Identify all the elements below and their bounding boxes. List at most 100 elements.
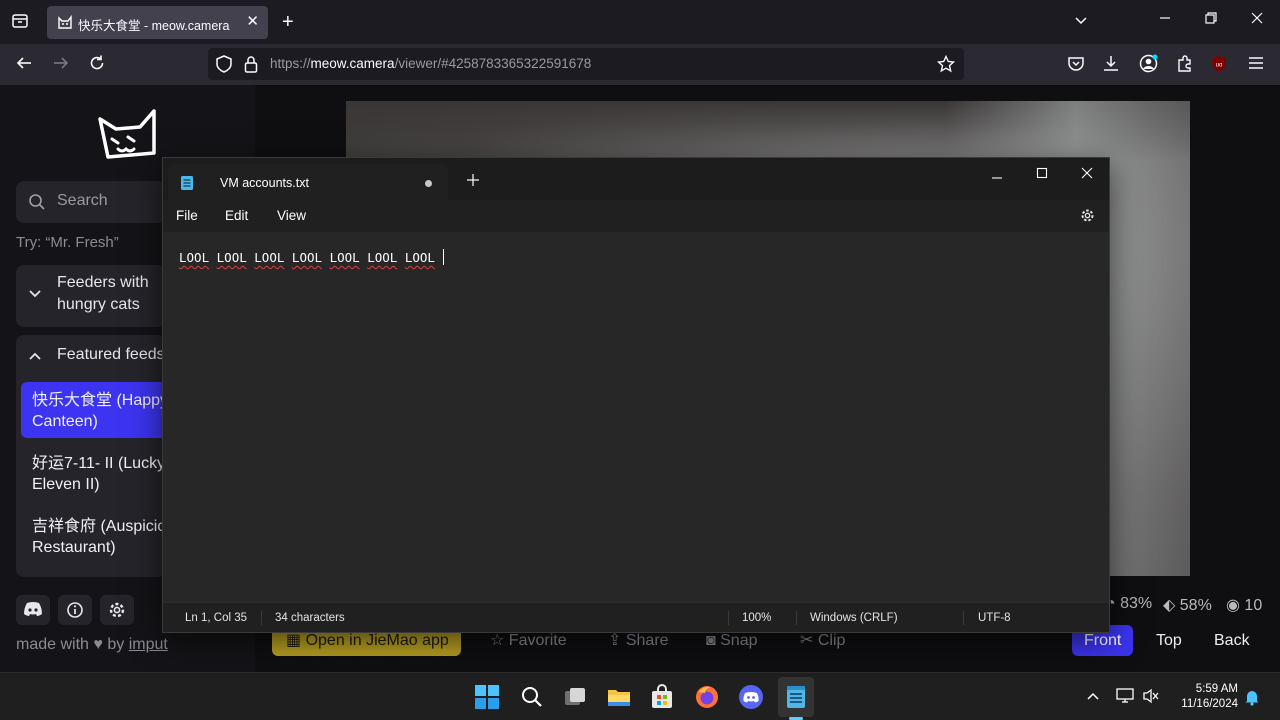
settings-button[interactable] <box>100 595 134 625</box>
chevron-down-icon[interactable] <box>1073 12 1089 28</box>
zoom-level: 100% <box>742 612 772 624</box>
info-button[interactable] <box>58 595 92 625</box>
pocket-icon[interactable] <box>1067 55 1085 73</box>
discord-icon <box>23 601 43 622</box>
line-ending: Windows (CRLF) <box>810 612 898 624</box>
forward-arrow-icon[interactable] <box>52 54 70 72</box>
status-divider <box>796 611 797 625</box>
lock-icon[interactable] <box>244 55 258 73</box>
windows-taskbar: 5:59 AM 11/16/2024 <box>0 672 1280 720</box>
food-level-stat: ◔ 83% <box>1106 595 1153 612</box>
chevron-up-icon[interactable] <box>1086 689 1100 708</box>
new-tab-icon[interactable] <box>467 173 479 191</box>
chevron-down-icon <box>28 287 42 306</box>
info-icon <box>66 601 84 624</box>
search-hint: Try: “Mr. Fresh” <box>16 234 119 251</box>
shield-icon[interactable] <box>216 55 232 73</box>
chevron-up-icon[interactable] <box>28 349 42 368</box>
notepad-status-bar: Ln 1, Col 35 34 characters 100% Windows … <box>163 602 1109 632</box>
tab-list-icon[interactable] <box>11 12 29 30</box>
browser-tab-active[interactable]: 快乐大食堂 - meow.camera ✕ <box>47 6 268 39</box>
text-word: LOOL <box>254 250 285 265</box>
extensions-icon[interactable] <box>1176 54 1194 72</box>
imput-link[interactable]: imput <box>129 636 168 653</box>
back-arrow-icon[interactable] <box>15 54 33 72</box>
camera-icon: ◙ <box>706 632 716 649</box>
minimize-window-icon[interactable] <box>1158 11 1172 25</box>
cursor-position: Ln 1, Col 35 <box>185 612 248 624</box>
url-bar[interactable]: https://meow.camera/viewer/#425878336532… <box>208 48 964 80</box>
qr-code-icon: ▦ <box>286 632 302 649</box>
account-icon[interactable] <box>1139 54 1158 73</box>
gear-icon <box>108 601 126 624</box>
network-icon[interactable] <box>1116 688 1134 709</box>
feed-item-auspicious-restaurant[interactable]: 吉祥食府 (AuspiciousRestaurant) <box>21 508 166 564</box>
maximize-window-icon[interactable] <box>1036 166 1048 184</box>
menu-view[interactable]: View <box>277 208 306 223</box>
downloads-icon[interactable] <box>1102 54 1120 72</box>
document-text: LOOL LOOL LOOL LOOL LOOL LOOL LOOL <box>179 249 445 265</box>
microsoft-store-icon[interactable] <box>649 684 675 710</box>
group-hungry-cats[interactable]: Feeders with hungry cats <box>16 265 166 327</box>
notepad-taskbar-icon[interactable] <box>783 684 809 710</box>
notepad-text-area[interactable]: LOOL LOOL LOOL LOOL LOOL LOOL LOOL <box>163 232 1109 602</box>
svg-text:uo: uo <box>1216 63 1223 69</box>
menu-edit[interactable]: Edit <box>225 208 248 223</box>
text-caret <box>443 249 445 265</box>
windows-start-icon[interactable] <box>474 684 500 710</box>
feed-item-happy-canteen[interactable]: 快乐大食堂 (Happy Canteen) <box>21 382 168 438</box>
top-camera-button[interactable]: Top <box>1146 625 1192 656</box>
gear-icon[interactable] <box>1080 208 1095 228</box>
bookmark-star-icon[interactable] <box>937 55 955 73</box>
discord-icon[interactable] <box>738 684 764 710</box>
notepad-tab-name: VM accounts.txt <box>220 176 309 190</box>
share-icon: ⇪ <box>608 632 622 649</box>
unsaved-indicator-icon[interactable] <box>425 180 432 187</box>
group-label-line2: hungry cats <box>57 296 140 313</box>
system-clock[interactable]: 5:59 AM 11/16/2024 <box>1181 682 1238 712</box>
search-icon <box>28 193 46 216</box>
browser-toolbar: https://meow.camera/viewer/#425878336532… <box>0 44 1280 85</box>
close-window-icon[interactable] <box>1081 166 1093 184</box>
tag-icon: ⬖ <box>1163 597 1176 614</box>
menu-hamburger-icon[interactable] <box>1248 54 1264 72</box>
firefox-icon[interactable] <box>694 684 720 710</box>
ublock-origin-icon[interactable]: uo <box>1211 55 1227 73</box>
meow-camera-logo[interactable] <box>94 103 162 170</box>
feed-item-lucky-eleven[interactable]: 好运7-11- II (Lucky Eleven II) <box>21 445 166 501</box>
notepad-tab[interactable]: VM accounts.txt <box>168 164 448 200</box>
volume-muted-icon[interactable] <box>1142 688 1160 709</box>
encoding: UTF-8 <box>978 612 1011 624</box>
close-tab-icon[interactable]: ✕ <box>246 12 259 30</box>
clock-date: 11/16/2024 <box>1181 698 1238 710</box>
new-tab-icon[interactable]: + <box>282 12 294 32</box>
status-divider <box>728 611 729 625</box>
viewer-count-stat: ◉ 10 <box>1226 597 1263 614</box>
status-divider <box>963 611 964 625</box>
close-window-icon[interactable] <box>1250 11 1264 25</box>
task-view-icon[interactable] <box>562 684 588 710</box>
restore-window-icon[interactable] <box>1204 11 1218 25</box>
featured-feeds-label[interactable]: Featured feeds <box>57 346 165 364</box>
group-label-line1: Feeders with <box>57 274 149 291</box>
menu-file[interactable]: File <box>176 208 198 223</box>
back-camera-button[interactable]: Back <box>1204 625 1260 656</box>
reload-icon[interactable] <box>88 54 106 72</box>
clock-time: 5:59 AM <box>1195 683 1238 695</box>
character-count: 34 characters <box>275 612 345 624</box>
search-icon[interactable] <box>519 684 545 710</box>
star-icon: ☆ <box>490 632 505 649</box>
minimize-window-icon[interactable] <box>991 171 1003 189</box>
status-divider <box>261 611 262 625</box>
url-text[interactable]: https://meow.camera/viewer/#425878336532… <box>270 56 591 71</box>
discord-button[interactable] <box>16 595 50 625</box>
text-word: LOOL <box>216 250 247 265</box>
file-explorer-icon[interactable] <box>606 684 632 710</box>
notification-bell-icon[interactable] <box>1244 688 1260 711</box>
text-word: LOOL <box>291 250 323 265</box>
heart-icon: ♥ <box>93 636 103 653</box>
text-word: LOOL <box>367 250 398 265</box>
notepad-title-bar: VM accounts.txt <box>163 158 1109 200</box>
text-word: LOOL <box>179 250 210 265</box>
search-input[interactable]: Search <box>16 181 166 223</box>
